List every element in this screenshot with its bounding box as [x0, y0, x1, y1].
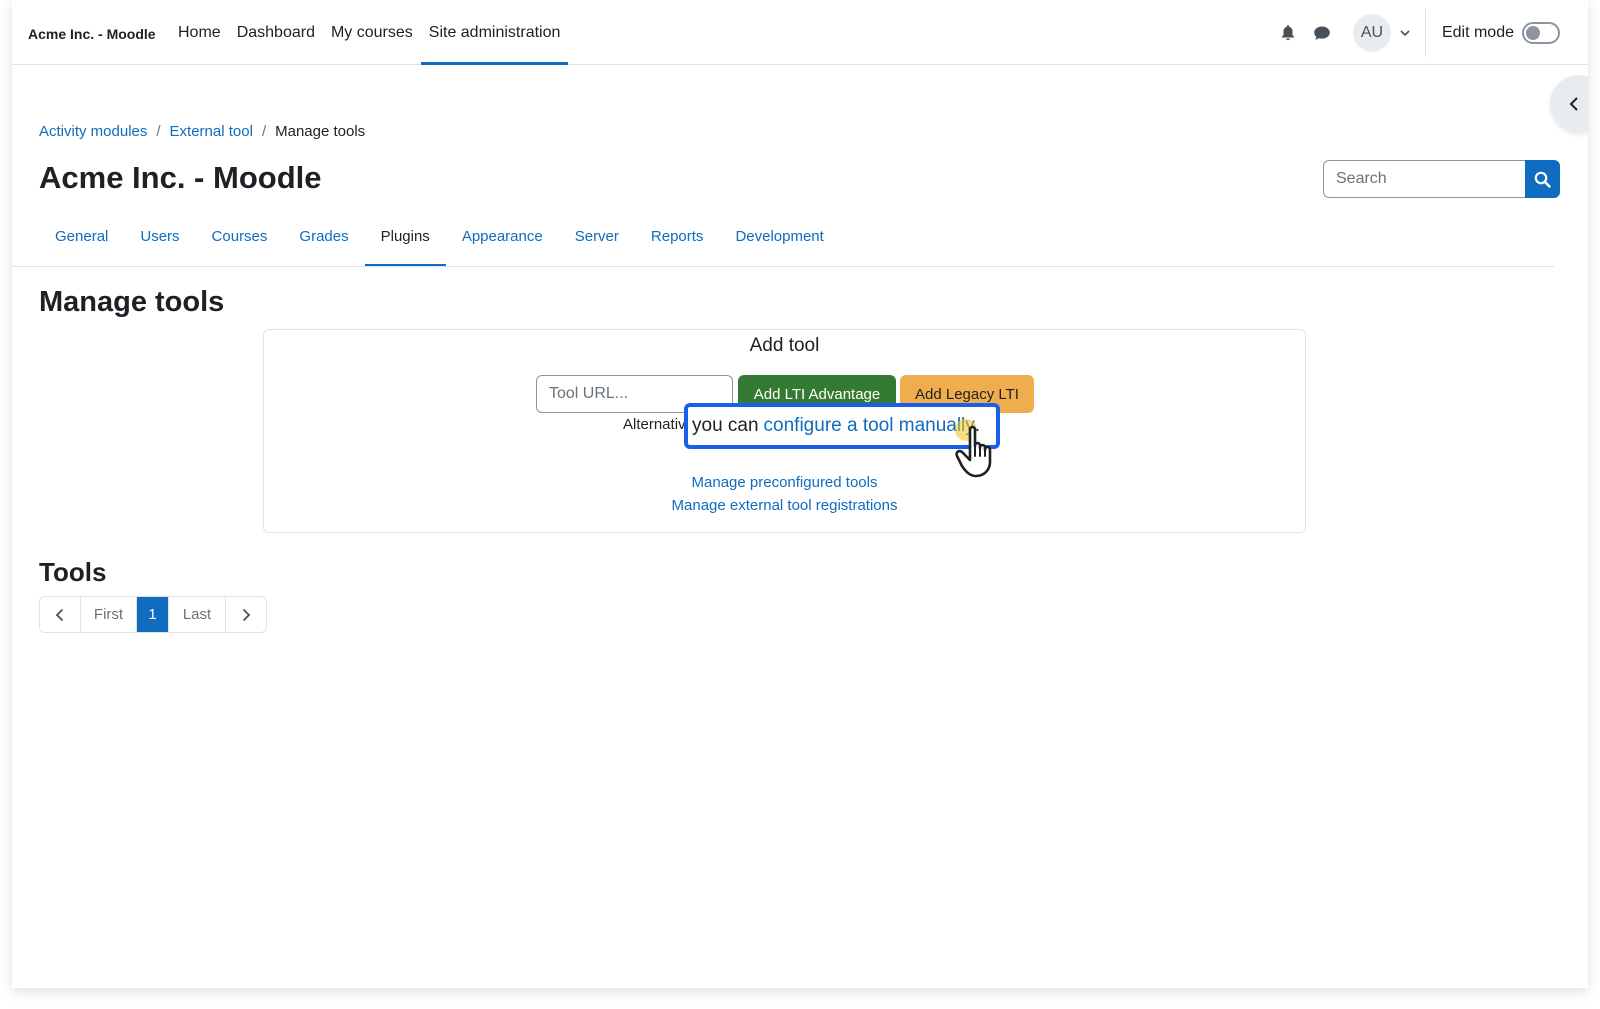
alternative-text: Alternativ: [623, 416, 686, 433]
nav-item-dashboard[interactable]: Dashboard: [229, 0, 323, 65]
pagination-previous[interactable]: [40, 597, 81, 632]
secondary-nav: General Users Courses Grades Plugins App…: [39, 205, 840, 267]
configure-tool-manually-link[interactable]: configure a tool manually: [764, 415, 975, 437]
tab-grades[interactable]: Grades: [283, 205, 364, 267]
tab-development[interactable]: Development: [719, 205, 839, 267]
add-tool-card: Add tool Add LTI Advantage Add Legacy LT…: [263, 329, 1306, 533]
search-icon: [1534, 171, 1551, 188]
chevron-left-icon: [55, 608, 64, 621]
nav-item-home[interactable]: Home: [170, 0, 229, 65]
breadcrumb-item-current: Manage tools: [275, 123, 366, 140]
breadcrumb-item-external-tool[interactable]: External tool: [170, 123, 253, 140]
page-frame: Acme Inc. - Moodle Home Dashboard My cou…: [12, 0, 1588, 988]
site-brand[interactable]: Acme Inc. - Moodle: [28, 26, 156, 42]
chevron-right-icon: [242, 608, 251, 621]
tab-courses[interactable]: Courses: [196, 205, 284, 267]
edit-mode-label: Edit mode: [1441, 23, 1514, 41]
pagination-first[interactable]: First: [81, 597, 137, 632]
pagination-last[interactable]: Last: [169, 597, 226, 632]
pagination: First 1 Last: [39, 596, 267, 633]
tab-reports[interactable]: Reports: [635, 205, 720, 267]
tools-heading: Tools: [39, 557, 107, 587]
manage-tools-heading: Manage tools: [39, 286, 225, 318]
tab-users[interactable]: Users: [124, 205, 195, 267]
breadcrumb: Activity modules / External tool / Manag…: [39, 123, 365, 140]
search-button[interactable]: [1525, 160, 1560, 198]
bell-icon: [1281, 25, 1294, 41]
add-tool-title: Add tool: [749, 335, 820, 356]
edit-mode-toggle[interactable]: [1522, 21, 1560, 44]
search-input[interactable]: [1323, 160, 1525, 198]
manage-tool-registrations-link[interactable]: Manage external tool registrations: [264, 497, 1305, 514]
tab-appearance[interactable]: Appearance: [446, 205, 559, 267]
zoom-callout: you can configure a tool manually .: [684, 403, 1000, 449]
nav-item-my-courses[interactable]: My courses: [323, 0, 421, 65]
breadcrumb-item-activity-modules[interactable]: Activity modules: [39, 123, 147, 140]
chevron-down-icon[interactable]: [1399, 29, 1411, 37]
user-avatar[interactable]: AU: [1352, 13, 1391, 52]
breadcrumb-separator: /: [156, 123, 161, 140]
hand-pointer-icon: [955, 419, 992, 478]
top-navbar: Acme Inc. - Moodle Home Dashboard My cou…: [12, 0, 1588, 65]
notifications-button[interactable]: [1271, 16, 1305, 50]
nav-item-site-administration[interactable]: Site administration: [420, 0, 569, 65]
primary-nav: Home Dashboard My courses Site administr…: [170, 0, 569, 65]
page-header-title: Acme Inc. - Moodle: [39, 160, 322, 195]
callout-text: you can: [692, 415, 759, 436]
chevron-left-icon: [1569, 97, 1578, 111]
navbar-right: AU Edit mode: [1271, 0, 1588, 65]
breadcrumb-separator: /: [261, 123, 267, 140]
admin-search: [1323, 160, 1560, 198]
navbar-divider: [1424, 8, 1426, 57]
tab-plugins[interactable]: Plugins: [364, 205, 447, 267]
pagination-current-page[interactable]: 1: [137, 597, 169, 632]
messages-button[interactable]: [1305, 16, 1339, 50]
toggle-knob: [1526, 25, 1540, 40]
tab-general[interactable]: General: [39, 205, 124, 267]
drawer-toggle-button[interactable]: [1550, 75, 1588, 133]
manage-preconfigured-tools-link[interactable]: Manage preconfigured tools: [264, 474, 1305, 491]
secondary-nav-divider: [12, 266, 1554, 267]
tab-server[interactable]: Server: [559, 205, 635, 267]
pagination-next[interactable]: [226, 597, 266, 632]
chat-bubble-icon: [1314, 26, 1330, 40]
